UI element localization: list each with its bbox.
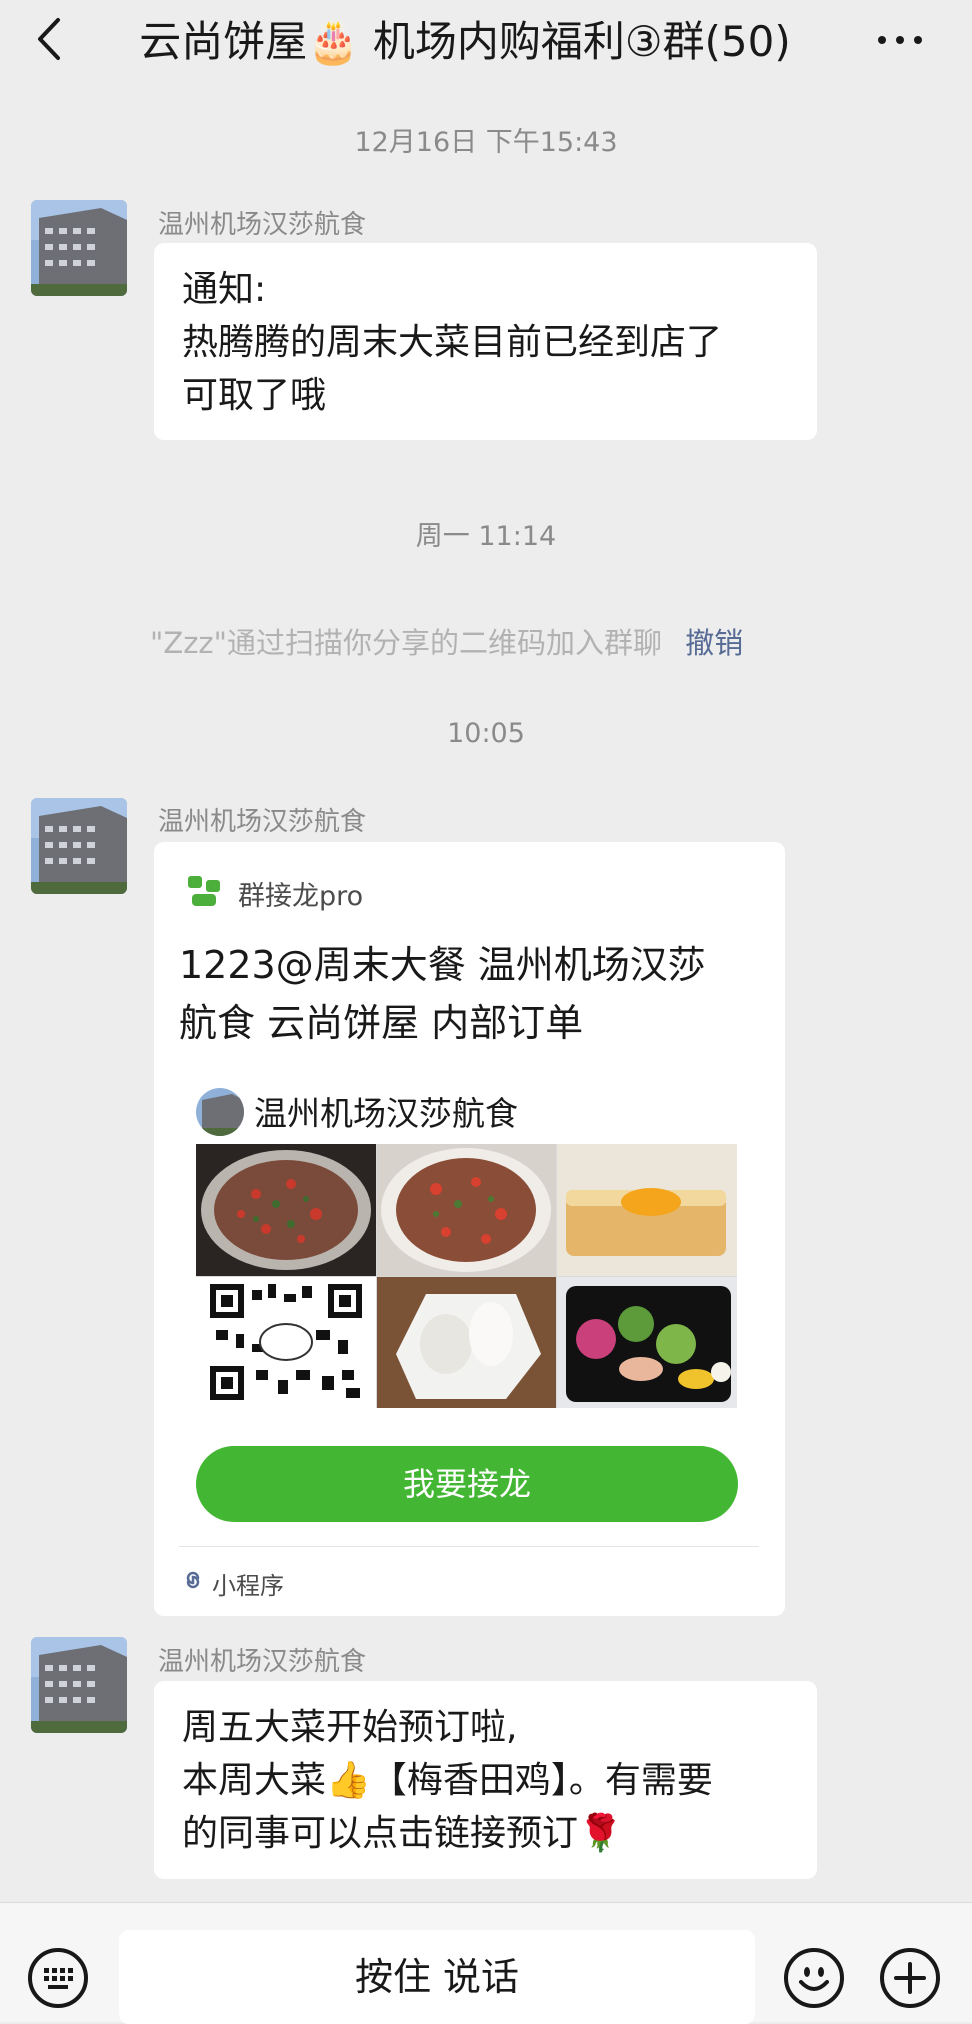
emoji-icon[interactable]	[784, 1948, 844, 2008]
account-avatar	[196, 1088, 244, 1136]
card-title: 1223@周末大餐 温州机场汉莎 航食 云尚饼屋 内部订单	[179, 936, 764, 1052]
system-message: "Zzz"通过扫描你分享的二维码加入群聊 撤销	[150, 620, 743, 662]
avatar[interactable]	[31, 200, 127, 296]
account-name: 温州机场汉莎航食	[254, 1094, 518, 1133]
sender-name: 温州机场汉莎航食	[158, 807, 367, 837]
mini-program-label: 小程序	[212, 1572, 284, 1600]
timestamp: 周一 11:14	[415, 521, 557, 552]
join-button[interactable]: 我要接龙	[196, 1446, 738, 1522]
revoke-link[interactable]: 撤销	[685, 626, 743, 660]
mini-program-app-name: 群接龙pro	[238, 881, 364, 912]
sender-name: 温州机场汉莎航食	[158, 210, 367, 240]
card-title-line: 1223@周末大餐 温州机场汉莎	[179, 943, 706, 987]
message-line: 的同事可以点击链接预订🌹	[182, 1813, 623, 1854]
card-preview-image	[196, 1144, 737, 1408]
hold-to-talk-button[interactable]: 按住 说话	[119, 1930, 755, 2024]
message-line: 周五大菜开始预订啦,	[182, 1707, 518, 1748]
message-bubble[interactable]: 通知: 热腾腾的周末大菜目前已经到店了 可取了哦	[154, 243, 817, 440]
keyboard-icon[interactable]	[28, 1948, 88, 2008]
card-divider	[179, 1546, 759, 1547]
message-line: 热腾腾的周末大菜目前已经到店了	[182, 322, 723, 363]
message-bubble[interactable]: 周五大菜开始预订啦, 本周大菜👍【梅香田鸡】。有需要 的同事可以点击链接预订🌹	[154, 1681, 817, 1879]
timestamp: 12月16日 下午15:43	[354, 127, 618, 158]
system-message-name: "Zzz"	[150, 626, 227, 660]
add-icon[interactable]	[880, 1948, 940, 2008]
mini-program-link-icon	[182, 1568, 204, 1590]
back-icon[interactable]	[28, 14, 78, 64]
system-message-text: 通过扫描你分享的二维码加入群聊	[227, 626, 663, 660]
message-line: 本周大菜👍【梅香田鸡】。有需要	[182, 1760, 713, 1801]
message-line: 通知:	[182, 269, 267, 310]
avatar[interactable]	[31, 1637, 127, 1733]
timestamp: 10:05	[447, 718, 525, 749]
card-title-line: 航食 云尚饼屋 内部订单	[179, 1001, 584, 1045]
more-options-icon[interactable]	[872, 14, 932, 64]
avatar[interactable]	[31, 798, 127, 894]
message-line: 可取了哦	[182, 375, 327, 416]
sender-name: 温州机场汉莎航食	[158, 1647, 367, 1677]
mini-program-app-icon	[186, 874, 222, 910]
mini-program-card[interactable]: 群接龙pro 1223@周末大餐 温州机场汉莎 航食 云尚饼屋 内部订单 温州机…	[154, 842, 785, 1616]
chat-title: 云尚饼屋🎂 机场内购福利③群(50)	[139, 17, 791, 66]
